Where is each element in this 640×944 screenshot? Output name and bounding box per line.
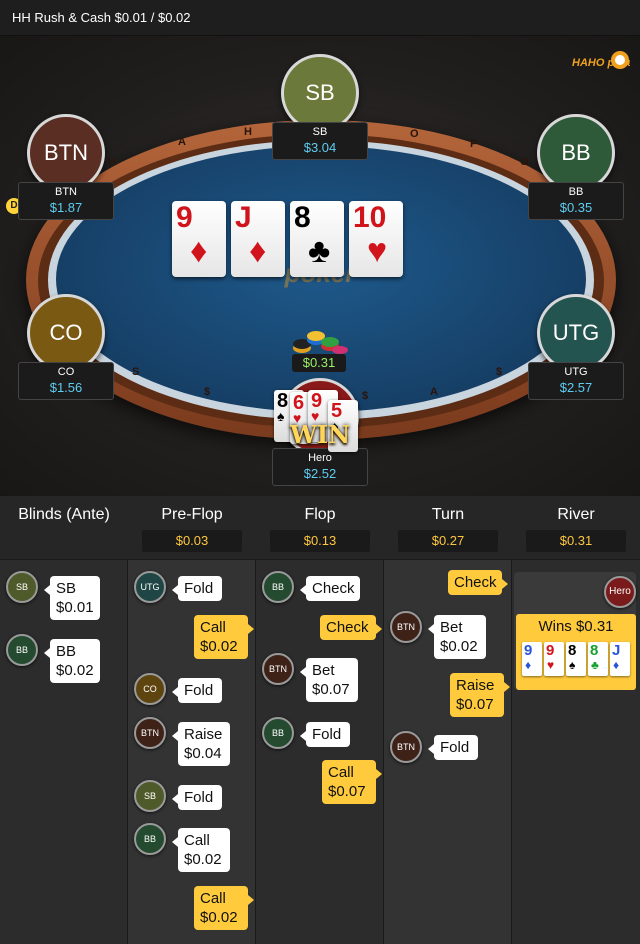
window-title: HH Rush & Cash $0.01 / $0.02 xyxy=(0,0,640,36)
avatar: BB xyxy=(134,823,166,855)
avatar: BTN xyxy=(134,717,166,749)
player-name: Hero xyxy=(308,452,332,464)
action-bubble: Fold xyxy=(172,576,222,601)
avatar: BB xyxy=(262,717,294,749)
result-text: Wins $0.31 xyxy=(538,618,614,635)
player-stack: $1.56 xyxy=(49,380,83,395)
column-title: Blinds (Ante) xyxy=(18,506,110,523)
action-bubble: BB $0.02 xyxy=(44,639,100,683)
board-card: 10 ♥ xyxy=(349,201,403,277)
player-plate: BTN $1.87 xyxy=(18,182,114,220)
mini-card: 9 ♦ xyxy=(522,642,542,676)
action-bubble: Bet $0.02 xyxy=(428,615,486,659)
player-stack: $3.04 xyxy=(303,140,337,155)
action-bubble: SB $0.01 xyxy=(44,576,100,620)
player-plate: BB $0.35 xyxy=(528,182,624,220)
poker-table: HAHO poker poker H A H O P O S $ $ A $ 9… xyxy=(0,36,640,496)
rail-letter: H xyxy=(108,156,116,168)
hand-history: Blinds (Ante) Pre-Flop $0.03 Flop $0.13 … xyxy=(0,496,640,944)
avatar: UTG xyxy=(134,571,166,603)
avatar: CO xyxy=(134,673,166,705)
action-bubble: Call $0.02 xyxy=(194,886,254,930)
player-name: SB xyxy=(312,126,328,138)
action-bubble: Raise $0.04 xyxy=(172,722,230,766)
rail-letter: P xyxy=(470,138,478,150)
street-pot: $0.31 xyxy=(526,530,626,552)
action-bubble: Check xyxy=(320,615,382,640)
action-bubble: Fold xyxy=(428,735,478,760)
pot-amount: $0.31 xyxy=(292,354,346,372)
action-bubble: Check xyxy=(448,570,508,595)
avatar: BTN xyxy=(262,653,294,685)
rail-letter: $ xyxy=(362,390,369,402)
action-bubble: Call $0.02 xyxy=(194,615,254,659)
player-plate: SB $3.04 xyxy=(272,122,368,160)
board-card: J ♦ xyxy=(231,201,285,277)
action-bubble: Raise $0.07 xyxy=(450,673,510,717)
win-banner: WIN xyxy=(289,420,351,449)
mini-card: 9 ♥ xyxy=(544,642,564,676)
avatar: BB xyxy=(6,634,38,666)
player-name: BTN xyxy=(55,186,77,198)
mini-card: J ♦ xyxy=(610,642,630,676)
rail-letter: O xyxy=(410,128,419,140)
mini-card: 8 ♠ xyxy=(566,642,586,676)
player-name: UTG xyxy=(564,366,588,378)
rail-letter: $ xyxy=(496,366,503,378)
column-title: Turn xyxy=(431,506,465,523)
action-bubble: Fold xyxy=(172,678,222,703)
avatar: SB xyxy=(134,780,166,812)
avatar: BTN xyxy=(390,731,422,763)
column-title: Flop xyxy=(304,506,336,523)
column-turn: Turn $0.27 xyxy=(384,496,512,944)
avatar: UTG xyxy=(537,294,615,372)
board-card: 9 ♦ xyxy=(172,201,226,277)
action-bubble: Call $0.07 xyxy=(322,760,382,804)
street-pot: $0.27 xyxy=(398,530,498,552)
action-bubble: Check xyxy=(300,576,360,601)
action-bubble: Fold xyxy=(300,722,350,747)
rail-letter: A xyxy=(178,136,186,148)
avatar: BB xyxy=(262,571,294,603)
player-stack: $1.87 xyxy=(49,200,83,215)
avatar: BTN xyxy=(27,114,105,192)
rail-letter: A xyxy=(430,386,438,398)
player-stack: $2.57 xyxy=(559,380,593,395)
brand-logo: HAHO poker xyxy=(570,48,638,74)
player-plate: UTG $2.57 xyxy=(528,362,624,400)
board-card: 8 ♣ xyxy=(290,201,344,277)
action-bubble: Call $0.02 xyxy=(172,828,230,872)
avatar: Hero xyxy=(604,576,636,608)
rail-letter: O xyxy=(520,156,529,168)
player-plate: Hero $2.52 xyxy=(272,448,368,486)
avatar: CO xyxy=(27,294,105,372)
player-name: CO xyxy=(57,366,75,378)
column-title: Pre-Flop xyxy=(161,506,223,523)
street-pot: $0.13 xyxy=(270,530,370,552)
avatar: BTN xyxy=(390,611,422,643)
avatar: BB xyxy=(537,114,615,192)
action-bubble: Fold xyxy=(172,785,222,810)
mini-card: 8 ♣ xyxy=(588,642,608,676)
rail-letter: $ xyxy=(204,386,211,398)
street-pot: $0.03 xyxy=(142,530,242,552)
rail-letter: H xyxy=(244,126,252,138)
action-bubble: Bet $0.07 xyxy=(300,658,358,702)
avatar: SB xyxy=(281,54,359,132)
player-plate: CO $1.56 xyxy=(18,362,114,400)
rail-letter: S xyxy=(132,366,140,378)
avatar: SB xyxy=(6,571,38,603)
player-stack: $2.52 xyxy=(303,466,337,481)
column-title: River xyxy=(557,506,595,523)
player-stack: $0.35 xyxy=(559,200,593,215)
player-name: BB xyxy=(568,186,584,198)
column-river: River $0.31 xyxy=(512,496,640,944)
column-blinds: Blinds (Ante) xyxy=(0,496,128,944)
